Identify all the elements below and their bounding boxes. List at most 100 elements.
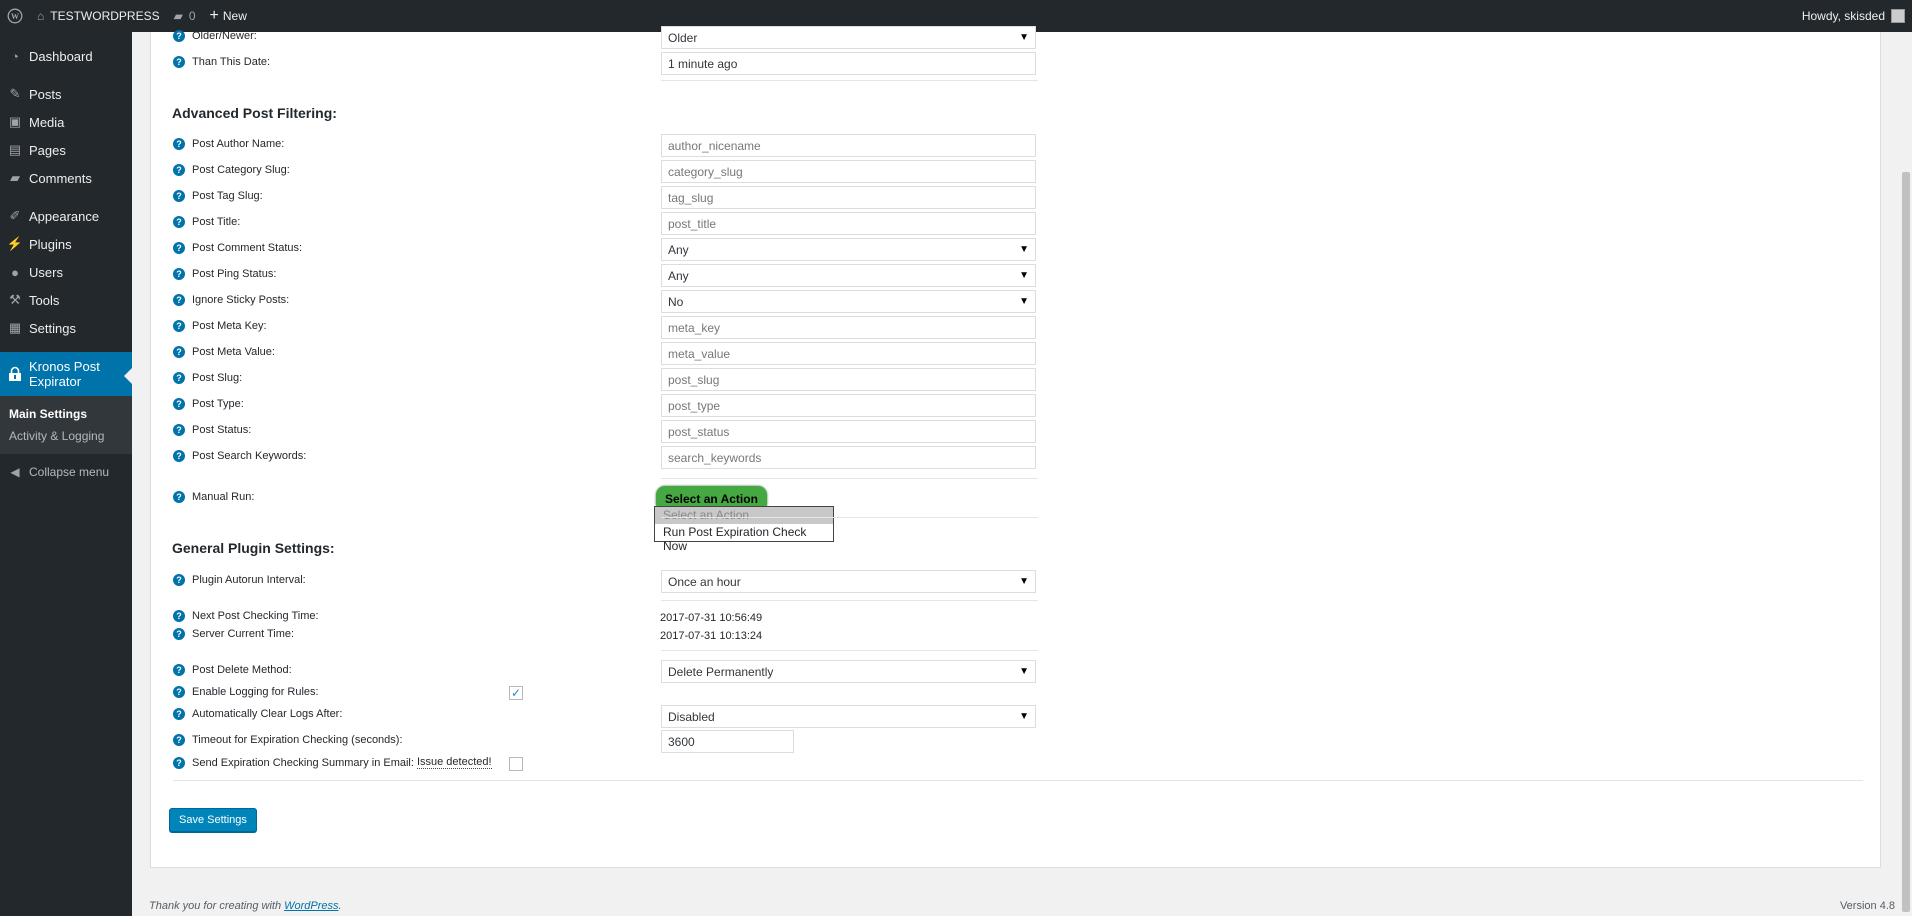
help-icon[interactable]: ?: [173, 138, 185, 150]
field-row: ? Post Type:: [173, 398, 244, 410]
field-row: ? Post Title:: [173, 216, 240, 228]
settings-panel: ? Older/Newer: Older ▼ ? Than This Date: 1 min…: [150, 26, 1881, 868]
text-field[interactable]: post_slug: [661, 368, 1036, 391]
text-field[interactable]: post_type: [661, 394, 1036, 417]
help-icon[interactable]: ?: [173, 686, 185, 698]
email-summary-row: ? Send Expiration Checking Summary in Em…: [173, 756, 492, 769]
issue-detected-link[interactable]: Issue detected!: [416, 756, 492, 769]
server-time-value: 2017-07-31 10:13:24: [660, 630, 763, 642]
submenu-main-settings[interactable]: Main Settings: [0, 403, 132, 425]
help-icon[interactable]: ?: [173, 610, 185, 622]
help-icon[interactable]: ?: [173, 320, 185, 332]
divider: [173, 780, 1863, 781]
sidebar-item-pages[interactable]: ▤ Pages: [0, 136, 132, 164]
help-icon[interactable]: ?: [173, 346, 185, 358]
autorun-interval-select[interactable]: Once an hour ▼: [661, 570, 1036, 593]
site-name-link[interactable]: ⌂ TESTWORDPRESS: [30, 0, 167, 32]
field-row: ? Post Ping Status:: [173, 268, 276, 280]
help-icon[interactable]: ?: [173, 450, 185, 462]
help-icon[interactable]: ?: [173, 294, 185, 306]
settings-icon: ▦: [8, 320, 22, 335]
select-field[interactable]: Any ▼: [661, 264, 1036, 287]
sidebar-submenu: Main Settings Activity & Logging: [0, 396, 132, 454]
svg-text:W: W: [11, 12, 19, 21]
dropdown-arrow-icon: ▼: [1019, 32, 1029, 43]
submenu-activity-logging[interactable]: Activity & Logging: [0, 425, 132, 447]
help-icon[interactable]: ?: [173, 708, 185, 720]
help-icon[interactable]: ?: [173, 734, 185, 746]
scrollbar-thumb[interactable]: [1902, 172, 1910, 912]
help-icon[interactable]: ?: [173, 372, 185, 384]
help-icon[interactable]: ?: [173, 190, 185, 202]
help-icon[interactable]: ?: [173, 398, 185, 410]
select-field[interactable]: Any ▼: [661, 238, 1036, 261]
help-icon[interactable]: ?: [173, 56, 185, 68]
text-field[interactable]: meta_key: [661, 316, 1036, 339]
help-icon[interactable]: ?: [173, 242, 185, 254]
sidebar-item-kronos-post-expirator[interactable]: Kronos Post Expirator: [0, 352, 132, 396]
sidebar-item-appearance[interactable]: ✐ Appearance: [0, 202, 132, 230]
text-field[interactable]: post_title: [661, 212, 1036, 235]
action-dropdown-list[interactable]: Select an Action Run Post Expiration Che…: [654, 506, 834, 553]
save-settings-button[interactable]: Save Settings: [169, 808, 257, 832]
wordpress-logo-icon[interactable]: W: [0, 0, 30, 32]
wordpress-link[interactable]: WordPress: [284, 900, 338, 912]
divider: [661, 517, 1038, 518]
sidebar-item-users[interactable]: ● Users: [0, 258, 132, 286]
wrench-icon: ⚒: [9, 292, 21, 307]
help-icon[interactable]: ?: [173, 628, 185, 640]
help-icon[interactable]: ?: [173, 30, 185, 42]
help-icon[interactable]: ?: [173, 756, 185, 769]
next-check-value: 2017-07-31 10:56:49: [660, 612, 763, 624]
clear-logs-select[interactable]: Disabled ▼: [661, 705, 1036, 728]
help-icon[interactable]: ?: [173, 491, 185, 503]
select-field[interactable]: No ▼: [661, 290, 1036, 313]
text-field[interactable]: 1 minute ago: [661, 52, 1036, 75]
field-row: ? Post Meta Value:: [173, 346, 275, 358]
comments-link[interactable]: ▰ 0: [167, 0, 203, 32]
help-icon[interactable]: ?: [173, 216, 185, 228]
timeout-input[interactable]: 3600: [661, 730, 794, 753]
user-icon: ●: [11, 264, 19, 280]
general-heading: General Plugin Settings:: [172, 540, 335, 556]
email-summary-checkbox[interactable]: [509, 757, 523, 771]
dropdown-option-run-check[interactable]: Run Post Expiration Check Now: [655, 524, 833, 553]
text-field[interactable]: post_status: [661, 420, 1036, 443]
select-field[interactable]: Older ▼: [661, 26, 1036, 49]
help-icon[interactable]: ?: [173, 268, 185, 280]
text-field[interactable]: search_keywords: [661, 446, 1036, 469]
delete-method-select[interactable]: Delete Permanently ▼: [661, 660, 1036, 683]
sidebar-item-settings[interactable]: ▦ Settings: [0, 314, 132, 342]
enable-logging-checkbox[interactable]: ✓: [509, 686, 523, 700]
sidebar-item-dashboard[interactable]: ◔ Dashboard: [0, 42, 132, 70]
help-icon[interactable]: ?: [173, 164, 185, 176]
new-content-link[interactable]: + New: [203, 0, 254, 32]
text-field[interactable]: tag_slug: [661, 186, 1036, 209]
field-row: ? Post Slug:: [173, 372, 242, 384]
user-account-menu[interactable]: Howdy, skisded: [1795, 0, 1912, 32]
next-check-row: ? Next Post Checking Time:: [173, 610, 319, 622]
sidebar-item-tools[interactable]: ⚒ Tools: [0, 286, 132, 314]
help-icon[interactable]: ?: [173, 574, 185, 586]
field-row: ? Post Meta Key:: [173, 320, 267, 332]
text-field[interactable]: category_slug: [661, 160, 1036, 183]
delete-method-row: ? Post Delete Method:: [173, 664, 292, 676]
sidebar-item-media[interactable]: ▣ Media: [0, 108, 132, 136]
text-field[interactable]: author_nicename: [661, 134, 1036, 157]
collapse-menu-button[interactable]: ◀ Collapse menu: [0, 458, 132, 486]
sidebar-item-plugins[interactable]: ⚡ Plugins: [0, 230, 132, 258]
divider: [661, 478, 1038, 479]
dashboard-icon: ◔: [11, 48, 19, 64]
text-field[interactable]: meta_value: [661, 342, 1036, 365]
sidebar-item-posts[interactable]: ✎ Posts: [0, 80, 132, 108]
dropdown-arrow-icon: ▼: [1019, 711, 1029, 722]
autorun-row: ? Plugin Autorun Interval:: [173, 574, 306, 586]
help-icon[interactable]: ?: [173, 424, 185, 436]
help-icon[interactable]: ?: [173, 664, 185, 676]
field-row: ? Post Status:: [173, 424, 251, 436]
sidebar-item-comments[interactable]: ▰ Comments: [0, 164, 132, 192]
field-row: ? Post Category Slug:: [173, 164, 290, 176]
field-row: ? Older/Newer:: [173, 30, 257, 42]
scrollbar[interactable]: [1900, 32, 1912, 916]
plug-icon: ⚡: [6, 236, 24, 251]
